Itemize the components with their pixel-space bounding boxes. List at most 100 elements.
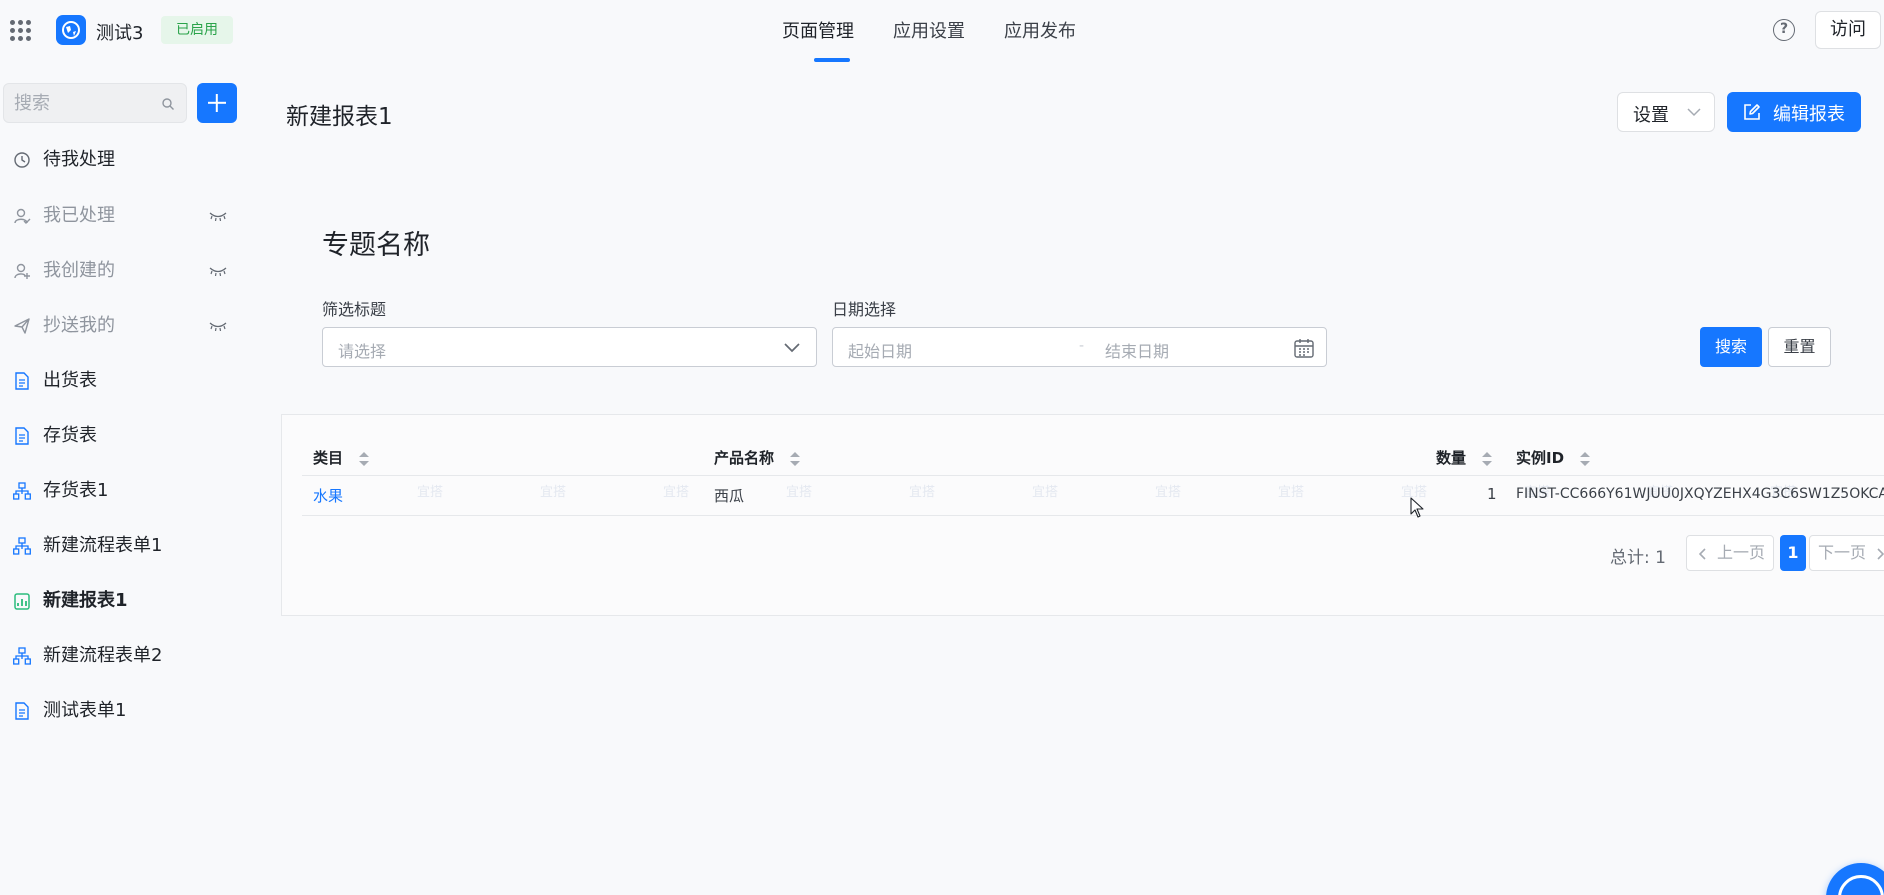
search-input[interactable] [14, 92, 154, 114]
sidebar-item-cc[interactable]: 抄送我的 [0, 303, 246, 349]
date-separator: - [1079, 338, 1085, 354]
sidebar-item-todo[interactable]: 待我处理 [0, 137, 246, 183]
sort-icon[interactable] [1481, 451, 1493, 467]
floating-help-button[interactable] [1826, 863, 1884, 895]
sidebar-item-label: 我创建的 [43, 260, 115, 281]
tab-app-settings[interactable]: 应用设置 [893, 0, 965, 62]
query-button[interactable]: 搜索 [1700, 327, 1762, 367]
filter-select[interactable]: 请选择 [322, 327, 817, 367]
sidebar-item-label: 新建报表1 [43, 590, 128, 611]
sort-icon[interactable] [1579, 451, 1591, 467]
sidebar-search[interactable] [3, 83, 187, 123]
pagination-next-label: 下一页 [1818, 543, 1867, 562]
search-icon[interactable] [162, 98, 174, 110]
column-header-label: 产品名称 [714, 449, 775, 467]
app-logo [56, 15, 86, 45]
sidebar-item-flow-form-1[interactable]: 新建流程表单1 [0, 523, 246, 569]
sidebar-item-created[interactable]: 我创建的 [0, 248, 246, 294]
sort-icon[interactable] [358, 451, 370, 467]
filter-date-label: 日期选择 [832, 300, 897, 319]
date-range-picker[interactable]: 起始日期 - 结束日期 [832, 327, 1327, 367]
watermark: 宜搭 [909, 485, 936, 500]
start-date-input[interactable]: 起始日期 [848, 338, 912, 362]
visit-button[interactable]: 访问 [1815, 11, 1881, 49]
cell-product: 西瓜 [714, 487, 745, 505]
sort-icon[interactable] [789, 451, 801, 467]
settings-button[interactable]: 设置 [1617, 92, 1715, 132]
column-header-label: 类目 [313, 449, 344, 467]
sidebar-item-label: 新建流程表单2 [43, 645, 163, 666]
sidebar-item-inventory[interactable]: 存货表 [0, 413, 246, 459]
globe-icon [62, 21, 80, 39]
tab-app-publish[interactable]: 应用发布 [1004, 0, 1076, 62]
edit-icon [1744, 104, 1760, 120]
clock-icon [14, 152, 30, 168]
pagination-total: 总计: 1 [1610, 548, 1666, 568]
pagination-page-1[interactable]: 1 [1780, 535, 1806, 571]
header-divider [302, 475, 1884, 476]
watermark: 宜搭 [786, 485, 813, 500]
sidebar-item-processed[interactable]: 我已处理 [0, 193, 246, 239]
column-header-label: 实例ID [1516, 449, 1565, 467]
sidebar-item-label: 我已处理 [43, 205, 115, 226]
cell-quantity: 1 [1487, 485, 1497, 503]
user-check-icon [14, 208, 31, 224]
watermark: 宜搭 [1278, 485, 1305, 500]
column-header-category[interactable]: 类目 [313, 447, 370, 468]
chevron-right-icon [1877, 548, 1884, 560]
flow-icon [13, 647, 31, 665]
column-header-instance-id[interactable]: 实例ID [1516, 447, 1591, 468]
chevron-down-icon [784, 343, 800, 353]
top-bar: 测试3 已启用 页面管理 应用设置 应用发布 ? 访问 [0, 0, 1884, 62]
row-divider [302, 515, 1884, 516]
sidebar-item-test-form-1[interactable]: 测试表单1 [0, 688, 246, 734]
help-icon[interactable]: ? [1773, 19, 1795, 41]
sidebar: 待我处理 我已处理 我创建的 抄送我的 出货表 存货表 存货表1 新建流程表单1… [0, 62, 246, 895]
sidebar-item-label: 新建流程表单1 [43, 535, 163, 556]
chevron-left-icon [1699, 548, 1706, 560]
sidebar-item-label: 存货表1 [43, 480, 109, 501]
sidebar-item-label: 待我处理 [43, 149, 115, 170]
apps-grid-icon[interactable] [10, 20, 31, 41]
user-add-icon [14, 263, 30, 279]
add-page-button[interactable] [197, 83, 237, 123]
chevron-down-icon [1687, 108, 1701, 117]
sidebar-item-label: 存货表 [43, 425, 97, 446]
sidebar-item-label: 出货表 [43, 370, 97, 391]
eye-closed-icon[interactable] [208, 321, 228, 331]
mouse-cursor-icon [1410, 497, 1424, 518]
page-title: 新建报表1 [286, 104, 393, 130]
eye-closed-icon[interactable] [208, 211, 228, 221]
reset-button[interactable]: 重置 [1768, 327, 1831, 367]
settings-label: 设置 [1633, 105, 1669, 126]
calendar-icon[interactable] [1293, 337, 1315, 359]
form-icon [15, 702, 29, 720]
column-header-label: 数量 [1436, 449, 1467, 467]
watermark: 宜搭 [1155, 485, 1182, 500]
tab-page-management[interactable]: 页面管理 [782, 0, 854, 62]
column-header-product[interactable]: 产品名称 [714, 447, 801, 468]
flow-icon [13, 537, 31, 555]
top-tabs: 页面管理 应用设置 应用发布 [782, 0, 1076, 62]
sidebar-item-flow-form-2[interactable]: 新建流程表单2 [0, 633, 246, 679]
section-title: 专题名称 [322, 230, 430, 261]
edit-report-label: 编辑报表 [1773, 104, 1845, 125]
cell-instance-id: FINST-CC666Y61WJUU0JXQYZEHX4G3C6SW1Z5OKC… [1516, 486, 1884, 502]
report-table: 类目 产品名称 数量 实例ID 宜搭 宜搭 宜搭 宜搭 宜搭 宜搭 宜搭 宜搭 … [281, 414, 1884, 616]
watermark: 宜搭 [417, 485, 444, 500]
sidebar-item-report-1[interactable]: 新建报表1 [0, 578, 246, 624]
eye-closed-icon[interactable] [208, 266, 228, 276]
select-placeholder: 请选择 [338, 342, 387, 361]
watermark: 宜搭 [540, 485, 567, 500]
cell-category[interactable]: 水果 [313, 485, 343, 506]
sidebar-item-inventory-1[interactable]: 存货表1 [0, 468, 246, 514]
sidebar-item-shipping[interactable]: 出货表 [0, 358, 246, 404]
sidebar-item-label: 抄送我的 [43, 315, 115, 336]
pagination-next-button[interactable]: 下一页 [1809, 535, 1884, 571]
pagination-prev-button[interactable]: 上一页 [1686, 535, 1774, 571]
end-date-input[interactable]: 结束日期 [1105, 338, 1169, 362]
flow-icon [13, 482, 31, 500]
column-header-quantity[interactable]: 数量 [1436, 447, 1493, 468]
report-icon [14, 593, 30, 610]
edit-report-button[interactable]: 编辑报表 [1727, 92, 1861, 132]
